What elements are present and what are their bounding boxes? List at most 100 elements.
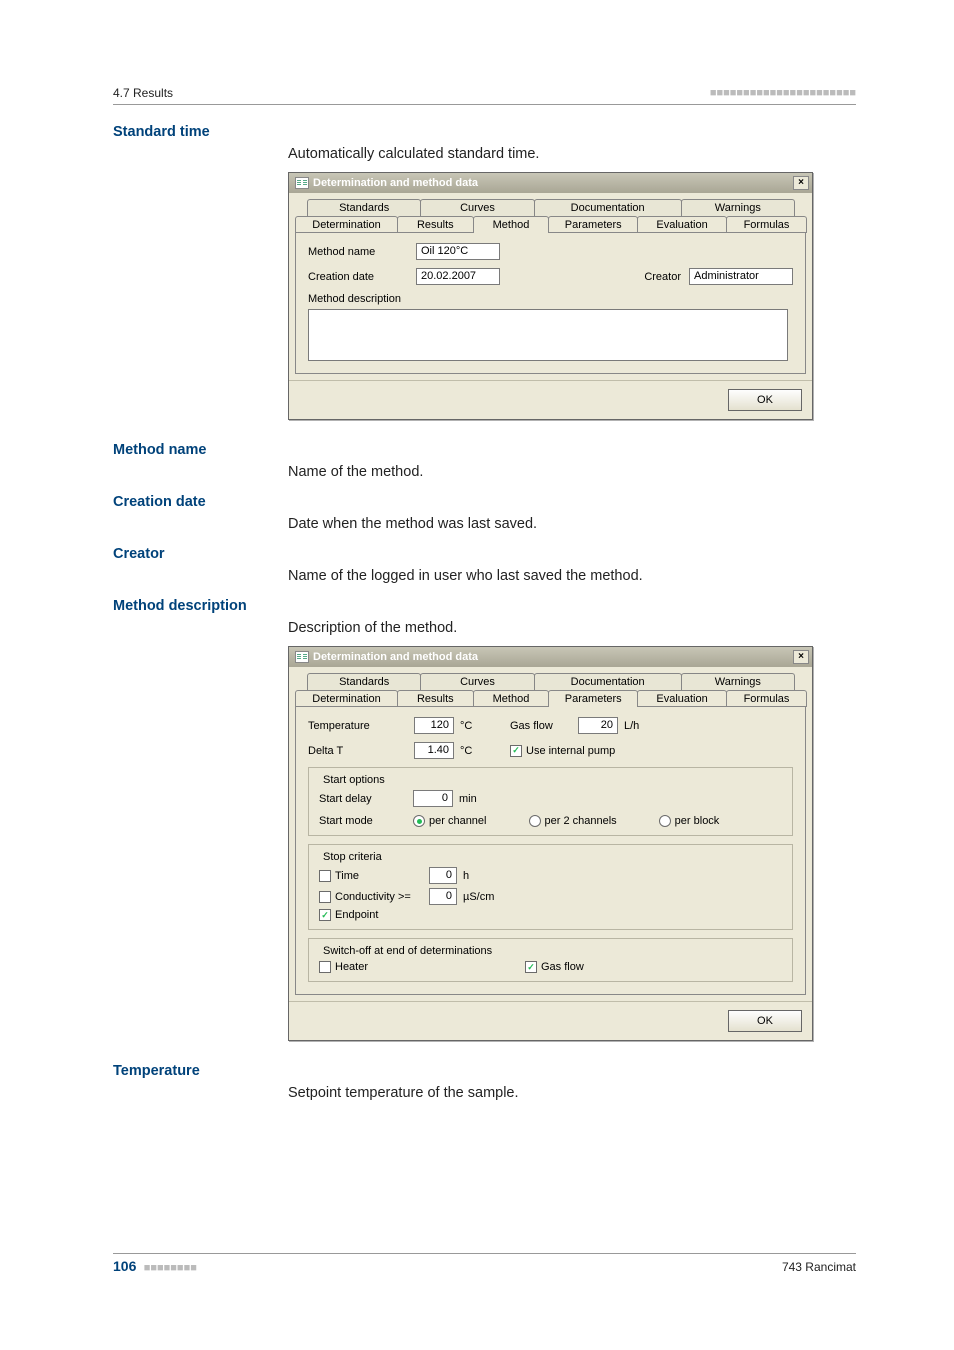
dialog-parameters-tabs-row2: Determination Results Method Parameters …	[295, 690, 806, 707]
tab-evaluation[interactable]: Evaluation	[637, 216, 727, 233]
start-mode-per-channel[interactable]: per channel	[413, 815, 487, 827]
stop-cond-label: Conductivity >=	[335, 891, 411, 903]
dialog-method: Determination and method data × Standard…	[288, 172, 813, 420]
dialog-parameters-panel: Temperature 120 °C Gas flow 20 L/h Delta…	[295, 706, 806, 995]
tab-curves[interactable]: Curves	[420, 673, 534, 690]
field-creation-date-desc: Date when the method was last saved.	[288, 516, 856, 532]
start-mode-per-2-channels[interactable]: per 2 channels	[529, 815, 617, 827]
tab-evaluation[interactable]: Evaluation	[637, 690, 727, 707]
switch-off-gasflow-checkbox[interactable]: ✓ Gas flow	[525, 961, 584, 973]
method-name-field[interactable]: Oil 120°C	[416, 243, 500, 260]
tab-formulas[interactable]: Formulas	[726, 216, 807, 233]
method-description-field[interactable]	[308, 309, 788, 361]
tab-method[interactable]: Method	[473, 216, 550, 233]
delta-t-field[interactable]: 1.40	[414, 742, 454, 759]
field-creator-desc: Name of the logged in user who last save…	[288, 568, 856, 584]
tab-determination[interactable]: Determination	[295, 690, 398, 707]
footer-product: 743 Rancimat	[782, 1260, 856, 1274]
gasflow-label: Gas flow	[510, 720, 572, 732]
dialog-method-panel: Method name Oil 120°C Creation date 20.0…	[295, 232, 806, 374]
creation-date-label: Creation date	[308, 271, 408, 283]
field-method-description-heading: Method description	[113, 598, 856, 614]
footer-left: 106 ■■■■■■■■	[113, 1258, 197, 1274]
page-number-suffix: ■■■■■■■■	[144, 1262, 197, 1274]
creator-label: Creator	[644, 271, 681, 283]
tab-results[interactable]: Results	[397, 216, 474, 233]
delta-t-unit: °C	[460, 745, 484, 757]
page-header: 4.7 Results ■■■■■■■■■■■■■■■■■■■■■■	[113, 86, 856, 100]
use-internal-pump-label: Use internal pump	[526, 745, 615, 757]
close-icon[interactable]: ×	[793, 650, 809, 664]
stop-cond-checkbox[interactable]: ✓ Conductivity >=	[319, 891, 423, 903]
radio-icon	[659, 815, 671, 827]
creation-date-field[interactable]: 20.02.2007	[416, 268, 500, 285]
start-mode-row: Start mode per channel per 2 channels	[319, 815, 782, 827]
use-internal-pump-checkbox[interactable]: ✓ Use internal pump	[510, 745, 615, 757]
radio-icon	[413, 815, 425, 827]
creator-field[interactable]: Administrator	[689, 268, 793, 285]
dialog-parameters: Determination and method data × Standard…	[288, 646, 813, 1041]
stop-time-field[interactable]: 0	[429, 867, 457, 884]
tab-parameters[interactable]: Parameters	[548, 216, 638, 233]
tab-standards[interactable]: Standards	[307, 673, 421, 690]
dialog-method-tabs-row1: Standards Curves Documentation Warnings	[307, 199, 794, 216]
close-icon[interactable]: ×	[793, 176, 809, 190]
footer-rule	[113, 1253, 856, 1254]
ok-button[interactable]: OK	[728, 1010, 802, 1032]
page-footer: 106 ■■■■■■■■ 743 Rancimat	[113, 1258, 856, 1274]
tab-curves[interactable]: Curves	[420, 199, 534, 216]
stop-criteria-group: Stop criteria ✓ Time 0 h ✓	[308, 844, 793, 930]
field-creation-date-heading: Creation date	[113, 494, 856, 510]
creation-date-row: Creation date 20.02.2007 Creator Adminis…	[308, 268, 793, 285]
stop-time-checkbox[interactable]: ✓ Time	[319, 870, 423, 882]
tab-documentation[interactable]: Documentation	[534, 673, 682, 690]
start-options-legend: Start options	[319, 774, 389, 786]
switch-off-heater-checkbox[interactable]: ✓ Heater	[319, 961, 519, 973]
tab-determination[interactable]: Determination	[295, 216, 398, 233]
gasflow-field[interactable]: 20	[578, 717, 618, 734]
checkbox-icon: ✓	[319, 909, 331, 921]
tab-standards[interactable]: Standards	[307, 199, 421, 216]
start-delay-label: Start delay	[319, 793, 407, 805]
start-mode-per-block[interactable]: per block	[659, 815, 720, 827]
field-temperature-heading: Temperature	[113, 1063, 856, 1079]
stop-cond-field[interactable]: 0	[429, 888, 457, 905]
checkbox-icon: ✓	[319, 870, 331, 882]
temperature-field[interactable]: 120	[414, 717, 454, 734]
tab-warnings[interactable]: Warnings	[681, 673, 795, 690]
start-mode-per-2-channels-label: per 2 channels	[545, 815, 617, 827]
dialog-icon	[295, 651, 309, 663]
switch-off-heater-label: Heater	[335, 961, 368, 973]
stop-endpoint-checkbox[interactable]: ✓ Endpoint	[319, 909, 378, 921]
tab-method[interactable]: Method	[473, 690, 550, 707]
dialog-method-tabs-wrap: Standards Curves Documentation Warnings …	[289, 193, 812, 380]
start-delay-unit: min	[459, 793, 477, 805]
stop-time-label: Time	[335, 870, 359, 882]
dialog-parameters-buttons: OK	[289, 1001, 812, 1040]
method-description-label: Method description	[308, 293, 793, 305]
field-method-description-desc: Description of the method.	[288, 620, 856, 636]
page: 4.7 Results ■■■■■■■■■■■■■■■■■■■■■■ Stand…	[0, 0, 954, 1350]
tab-warnings[interactable]: Warnings	[681, 199, 795, 216]
switch-off-group: Switch-off at end of determinations ✓ He…	[308, 938, 793, 982]
dialog-method-tabs-row2: Determination Results Method Parameters …	[295, 216, 806, 233]
switch-off-gasflow-label: Gas flow	[541, 961, 584, 973]
tab-formulas[interactable]: Formulas	[726, 690, 807, 707]
stop-criteria-legend: Stop criteria	[319, 851, 386, 863]
start-delay-field[interactable]: 0	[413, 790, 453, 807]
radio-icon	[529, 815, 541, 827]
page-number: 106	[113, 1258, 136, 1274]
stop-endpoint-label: Endpoint	[335, 909, 378, 921]
gasflow-unit: L/h	[624, 720, 639, 732]
checkbox-icon: ✓	[510, 745, 522, 757]
start-delay-row: Start delay 0 min	[319, 790, 782, 807]
ok-button[interactable]: OK	[728, 389, 802, 411]
tab-parameters[interactable]: Parameters	[548, 690, 638, 707]
header-rule	[113, 104, 856, 105]
tab-results[interactable]: Results	[397, 690, 474, 707]
tab-documentation[interactable]: Documentation	[534, 199, 682, 216]
dialog-parameters-titlebar: Determination and method data ×	[289, 647, 812, 667]
start-mode-per-block-label: per block	[675, 815, 720, 827]
field-standard-time-desc: Automatically calculated standard time.	[288, 146, 856, 162]
dialog-icon	[295, 177, 309, 189]
